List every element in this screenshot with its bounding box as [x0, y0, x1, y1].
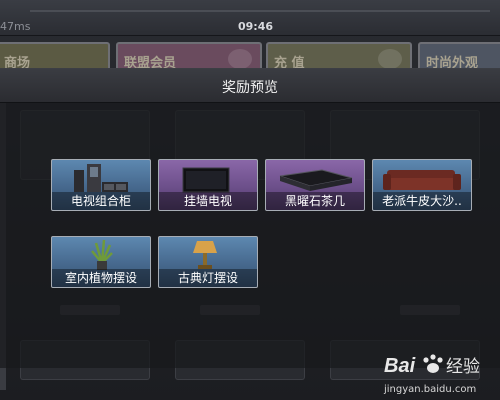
coffee-table-icon	[266, 160, 364, 194]
status-bar: 47ms 09:46	[0, 0, 500, 36]
lamp-icon	[159, 237, 257, 271]
baidu-jingyan-logo: Bai 经验	[384, 352, 494, 378]
svg-text:Bai: Bai	[384, 355, 416, 377]
reward-item-indoor-plant[interactable]: 室内植物摆设	[51, 236, 151, 288]
watermark-url: jingyan.baidu.com	[384, 384, 477, 395]
reward-label: 电视组合柜	[52, 192, 150, 210]
reward-preview-dialog: 奖励预览 电视组合柜 挂墙电视 黑曜石茶几 老派牛皮大沙.. 室内植物摆设 古典…	[0, 68, 500, 368]
reward-item-tv-cabinet[interactable]: 电视组合柜	[51, 159, 151, 211]
tv-cabinet-icon	[52, 160, 150, 194]
reward-item-wall-tv[interactable]: 挂墙电视	[158, 159, 258, 211]
reward-label: 古典灯摆设	[159, 269, 257, 287]
clock: 09:46	[238, 20, 274, 33]
status-divider	[30, 10, 490, 12]
tab-coin-icon	[378, 49, 402, 69]
plant-icon	[52, 237, 150, 271]
sofa-icon	[373, 160, 471, 194]
reward-item-obsidian-table[interactable]: 黑曜石茶几	[265, 159, 365, 211]
network-ping: 47ms	[0, 20, 31, 33]
tab-mascot-icon	[228, 49, 252, 69]
reward-label: 室内植物摆设	[52, 269, 150, 287]
reward-label: 黑曜石茶几	[266, 192, 364, 210]
dialog-title: 奖励预览	[222, 80, 278, 96]
reward-label: 挂墙电视	[159, 192, 257, 210]
reward-label: 老派牛皮大沙..	[373, 192, 471, 210]
reward-item-classic-lamp[interactable]: 古典灯摆设	[158, 236, 258, 288]
wall-tv-icon	[159, 160, 257, 194]
dialog-header: 奖励预览	[0, 69, 500, 103]
reward-item-leather-sofa[interactable]: 老派牛皮大沙..	[372, 159, 472, 211]
svg-text:经验: 经验	[446, 357, 480, 377]
